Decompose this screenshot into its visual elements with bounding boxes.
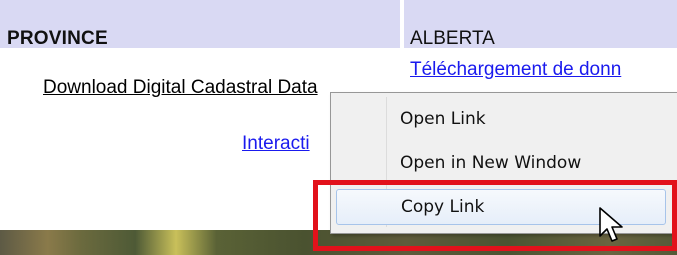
interactive-link[interactable]: Interacti <box>242 133 310 155</box>
province-value: ALBERTA <box>410 28 495 49</box>
telechargement-link[interactable]: Téléchargement de donn <box>410 59 621 81</box>
menu-item-label: Open in New Window <box>400 153 582 173</box>
arrow-pointer-icon <box>596 206 636 248</box>
download-cadastral-link[interactable]: Download Digital Cadastral Data <box>43 77 318 99</box>
menu-item-open-link[interactable]: Open Link <box>336 101 666 137</box>
province-label: PROVINCE <box>7 28 108 49</box>
column-divider <box>400 0 404 48</box>
menu-item-open-new-window[interactable]: Open in New Window <box>336 145 666 181</box>
menu-item-label: Open Link <box>400 109 486 129</box>
